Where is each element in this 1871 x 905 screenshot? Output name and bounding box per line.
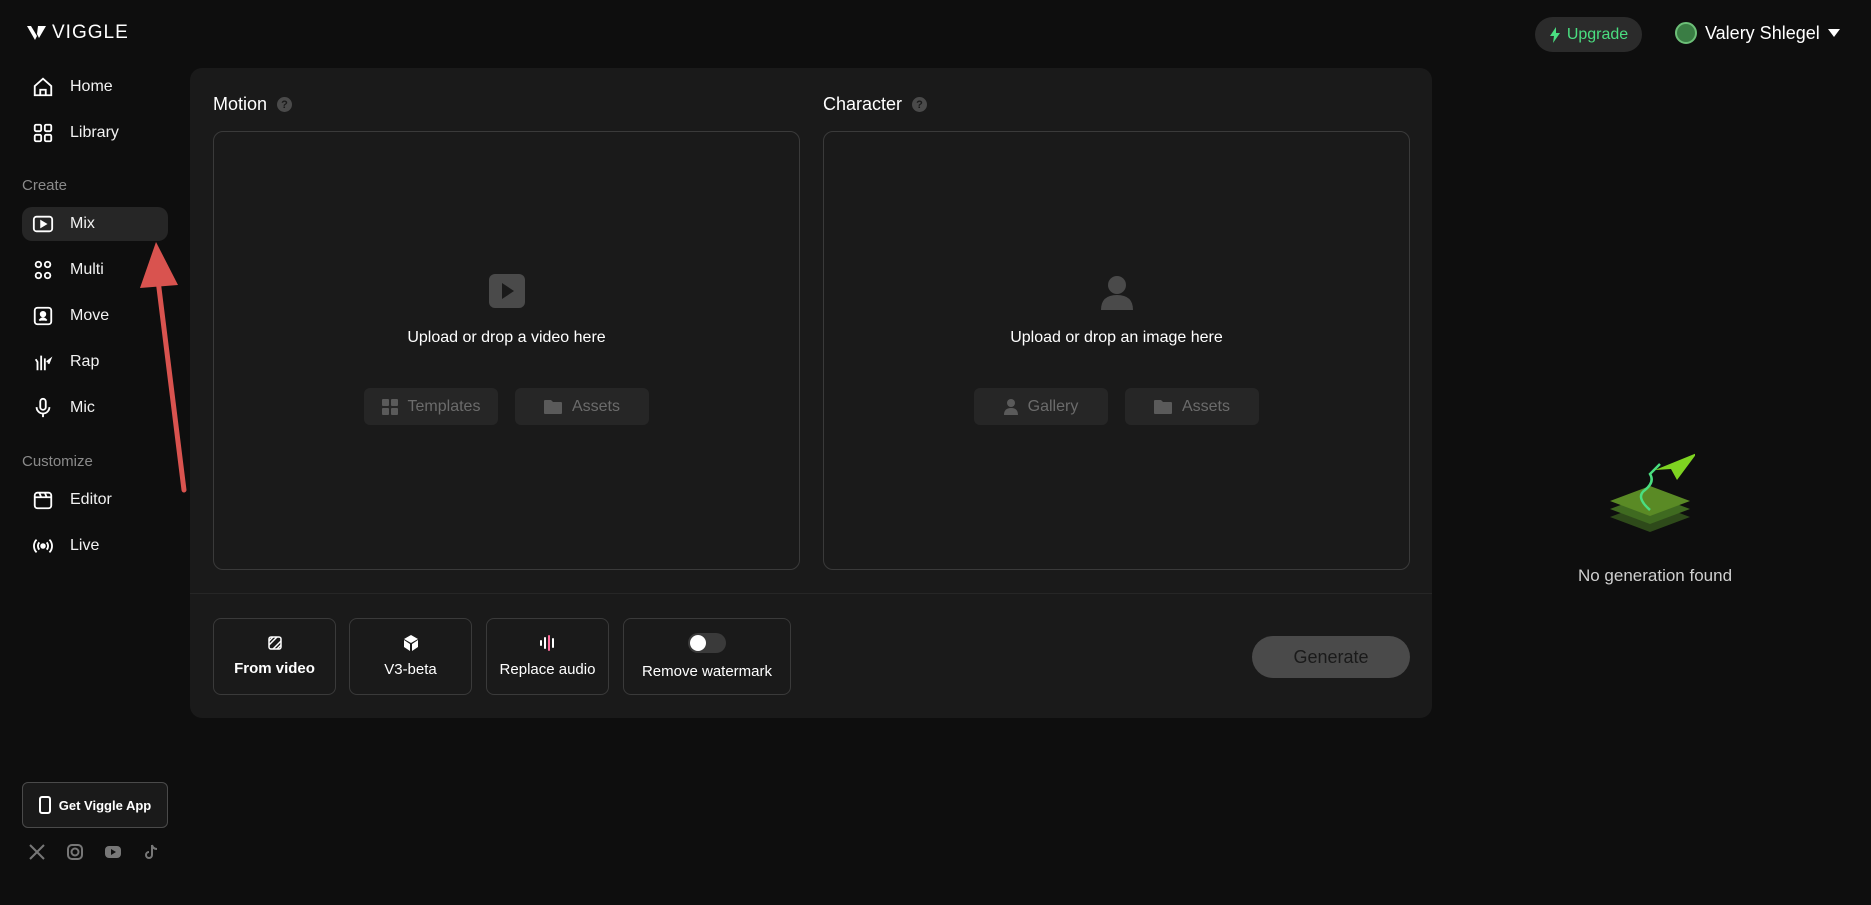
sidebar-item-live[interactable]: Live bbox=[22, 529, 168, 563]
multi-icon bbox=[34, 260, 52, 280]
sidebar-item-home[interactable]: Home bbox=[22, 70, 168, 104]
v3-beta-label: V3-beta bbox=[384, 661, 437, 678]
sidebar-item-label: Move bbox=[70, 307, 110, 324]
generate-button[interactable]: Generate bbox=[1252, 636, 1410, 678]
get-app-label: Get Viggle App bbox=[58, 797, 152, 813]
viggle-logo-icon bbox=[27, 26, 46, 40]
folder-icon bbox=[1153, 399, 1172, 414]
sidebar-item-label: Library bbox=[70, 124, 119, 141]
caret-down-icon bbox=[1827, 29, 1840, 37]
motion-dropzone[interactable]: Upload or drop a video here Templates As… bbox=[213, 131, 800, 570]
remove-watermark-label: Remove watermark bbox=[641, 663, 773, 680]
tiktok-icon[interactable] bbox=[142, 843, 160, 861]
assets-label: Assets bbox=[571, 397, 620, 415]
from-video-label: From video bbox=[234, 660, 315, 677]
live-icon bbox=[33, 538, 53, 554]
empty-generation-icon bbox=[1610, 453, 1695, 532]
sidebar-item-label: Multi bbox=[70, 261, 104, 278]
help-icon[interactable]: ? bbox=[277, 97, 293, 112]
sidebar-item-label: Live bbox=[70, 537, 100, 554]
youtube-icon[interactable] bbox=[104, 843, 122, 861]
assets-label: Assets bbox=[1181, 397, 1230, 415]
watermark-toggle[interactable] bbox=[688, 633, 726, 653]
social-links bbox=[28, 843, 160, 861]
gallery-button[interactable]: Gallery bbox=[974, 388, 1108, 425]
v3-beta-option[interactable]: V3-beta bbox=[349, 618, 472, 695]
cube-icon bbox=[403, 635, 418, 651]
character-drop-text: Upload or drop an image here bbox=[1010, 329, 1223, 346]
empty-state-text: No generation found bbox=[1577, 566, 1733, 585]
mix-icon bbox=[32, 215, 54, 233]
viggle-logo[interactable]: VIGGLE bbox=[26, 22, 129, 44]
sidebar-item-label: Home bbox=[70, 78, 113, 95]
upgrade-label: Upgrade bbox=[1566, 25, 1629, 43]
motion-drop-text: Upload or drop a video here bbox=[407, 329, 606, 346]
mic-icon bbox=[35, 397, 51, 418]
striped-square-icon bbox=[267, 636, 282, 650]
person-icon bbox=[1003, 398, 1018, 415]
x-icon[interactable] bbox=[28, 843, 46, 861]
sidebar-item-label: Mic bbox=[70, 399, 95, 416]
motion-assets-button[interactable]: Assets bbox=[515, 388, 649, 425]
sidebar-item-library[interactable]: Library bbox=[22, 116, 168, 150]
motion-title: Motion ? bbox=[213, 94, 293, 115]
home-icon bbox=[33, 77, 53, 97]
sidebar-item-label: Mix bbox=[70, 215, 95, 232]
folder-icon bbox=[543, 399, 562, 414]
character-assets-button[interactable]: Assets bbox=[1125, 388, 1259, 425]
logo-text: VIGGLE bbox=[52, 22, 129, 43]
move-icon bbox=[33, 306, 53, 326]
replace-audio-option[interactable]: Replace audio bbox=[486, 618, 609, 695]
section-label-create: Create bbox=[22, 177, 68, 194]
motion-actions: Templates Assets bbox=[214, 388, 799, 425]
templates-label: Templates bbox=[407, 397, 481, 415]
library-icon bbox=[33, 123, 53, 143]
divider bbox=[190, 593, 1432, 594]
phone-icon bbox=[38, 796, 51, 814]
user-name: Valery Shlegel bbox=[1705, 22, 1820, 43]
sidebar-item-label: Rap bbox=[70, 353, 100, 370]
section-label-customize: Customize bbox=[22, 453, 93, 470]
character-actions: Gallery Assets bbox=[824, 388, 1409, 425]
avatar bbox=[1675, 22, 1697, 44]
remove-watermark-option[interactable]: Remove watermark bbox=[623, 618, 791, 695]
templates-button[interactable]: Templates bbox=[364, 388, 498, 425]
upgrade-button[interactable]: Upgrade bbox=[1535, 17, 1642, 52]
from-video-option[interactable]: From video bbox=[213, 618, 336, 695]
instagram-icon[interactable] bbox=[66, 843, 84, 861]
replace-audio-label: Replace audio bbox=[499, 661, 596, 678]
rap-icon bbox=[34, 355, 53, 371]
audio-wave-icon bbox=[539, 635, 554, 651]
video-icon bbox=[488, 274, 525, 308]
get-app-button[interactable]: Get Viggle App bbox=[22, 782, 168, 828]
templates-icon bbox=[381, 398, 398, 415]
motion-title-text: Motion bbox=[213, 94, 268, 114]
character-title-text: Character bbox=[823, 94, 903, 114]
gallery-label: Gallery bbox=[1027, 397, 1079, 415]
help-icon[interactable]: ? bbox=[912, 97, 928, 112]
main-panel: Motion ? Character ? Upload or drop a vi… bbox=[190, 68, 1432, 718]
annotation-arrow bbox=[140, 242, 187, 493]
user-menu[interactable]: Valery Shlegel bbox=[1675, 22, 1840, 44]
lightning-icon bbox=[1549, 26, 1560, 43]
editor-icon bbox=[33, 491, 53, 510]
character-dropzone[interactable]: Upload or drop an image here Gallery Ass… bbox=[823, 131, 1410, 570]
person-icon bbox=[1100, 276, 1133, 310]
character-title: Character ? bbox=[823, 94, 928, 115]
sidebar-item-label: Editor bbox=[70, 491, 112, 508]
